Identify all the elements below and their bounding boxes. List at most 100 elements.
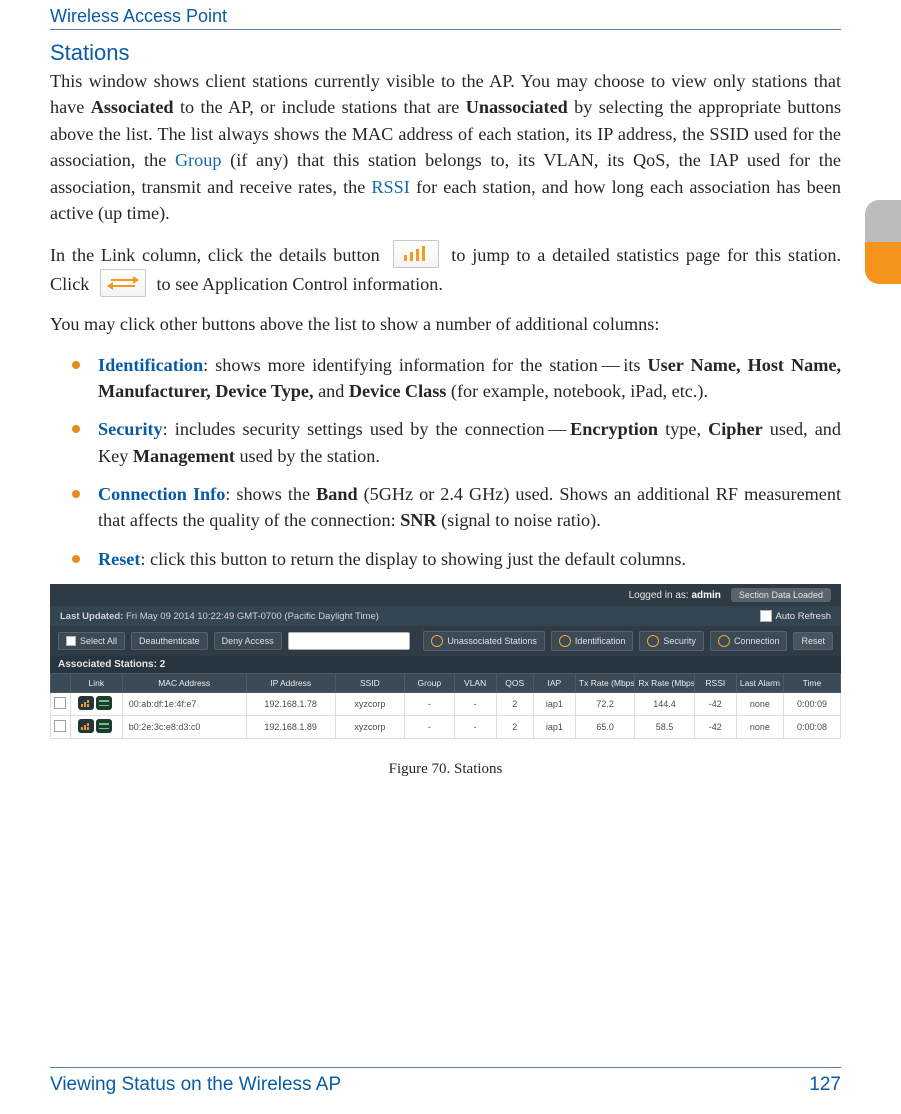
lead: Identification xyxy=(98,355,203,375)
col-ssid: SSID xyxy=(335,674,404,693)
col-tx: Tx Rate (Mbps) xyxy=(575,674,634,693)
text: to see Application Control information. xyxy=(157,274,443,294)
fig-top-bar: Logged in as: admin Section Data Loaded xyxy=(50,584,841,606)
swap-arrows-icon[interactable] xyxy=(100,269,146,297)
reset-button[interactable]: Reset xyxy=(793,632,833,650)
col-mac: MAC Address xyxy=(122,674,246,693)
deny-access-button[interactable]: Deny Access xyxy=(214,632,282,650)
cell-rssi: -42 xyxy=(694,716,736,739)
bold: Cipher xyxy=(708,419,763,439)
cell-vlan: - xyxy=(454,693,496,716)
cell-rssi: -42 xyxy=(694,693,736,716)
gear-icon xyxy=(647,635,659,647)
details-bars-icon[interactable] xyxy=(393,240,439,268)
lead: Connection Info xyxy=(98,484,225,504)
figure-caption: Figure 70. Stations xyxy=(50,761,841,778)
cell-iap: iap1 xyxy=(533,716,575,739)
cell-ssid: xyzcorp xyxy=(335,716,404,739)
filter-input[interactable] xyxy=(288,632,410,650)
gear-icon xyxy=(718,635,730,647)
identification-button[interactable]: Identification xyxy=(551,631,634,651)
auto-refresh[interactable]: Auto Refresh xyxy=(760,610,831,622)
text: and xyxy=(314,381,349,401)
cell-alarm: none xyxy=(736,693,783,716)
bullet-identification: Identification: shows more identifying i… xyxy=(98,352,841,405)
security-button[interactable]: Security xyxy=(639,631,704,651)
cell-mac: b0:2e:3c:e8:d3:c0 xyxy=(122,716,246,739)
lead: Security xyxy=(98,419,163,439)
bold-unassociated: Unassociated xyxy=(466,97,568,117)
col-time: Time xyxy=(783,674,840,693)
col-alarm: Last Alarm xyxy=(736,674,783,693)
para-intro: This window shows client stations curren… xyxy=(50,68,841,226)
bullet-list: Identification: shows more identifying i… xyxy=(50,352,841,573)
text: : shows more identifying information for… xyxy=(203,355,647,375)
checkbox-icon[interactable] xyxy=(760,610,772,622)
signal-bars-icon xyxy=(404,246,425,261)
text: (signal to noise ratio). xyxy=(437,510,601,530)
connection-button[interactable]: Connection xyxy=(710,631,788,651)
para-additional-columns: You may click other buttons above the li… xyxy=(50,311,841,337)
footer-left: Viewing Status on the Wireless AP xyxy=(50,1074,341,1096)
col-qos: QOS xyxy=(496,674,533,693)
table-row[interactable]: 00:ab:df:1e:4f:e7 192.168.1.78 xyzcorp -… xyxy=(51,693,841,716)
cell-rx: 144.4 xyxy=(635,693,694,716)
table-row[interactable]: b0:2e:3c:e8:d3:c0 192.168.1.89 xyzcorp -… xyxy=(51,716,841,739)
col-group: Group xyxy=(405,674,455,693)
bold: Band xyxy=(316,484,357,504)
col-rssi: RSSI xyxy=(694,674,736,693)
last-updated: Last Updated: Fri May 09 2014 10:22:49 G… xyxy=(60,611,379,622)
details-bars-icon[interactable] xyxy=(78,696,94,710)
gear-icon xyxy=(559,635,571,647)
figure-panel: Logged in as: admin Section Data Loaded … xyxy=(50,584,841,739)
col-ip: IP Address xyxy=(246,674,335,693)
link-rssi[interactable]: RSSI xyxy=(371,177,409,197)
cell-mac: 00:ab:df:1e:4f:e7 xyxy=(122,693,246,716)
cell-tx: 65.0 xyxy=(575,716,634,739)
cell-qos: 2 xyxy=(496,716,533,739)
bold: Encryption xyxy=(570,419,658,439)
footer-rule xyxy=(50,1067,841,1068)
cell-vlan: - xyxy=(454,716,496,739)
cell-alarm: none xyxy=(736,716,783,739)
cell-ip: 192.168.1.78 xyxy=(246,693,335,716)
cell-time: 0:00:08 xyxy=(783,716,840,739)
row-checkbox[interactable] xyxy=(54,720,66,732)
login-label: Logged in as: admin xyxy=(629,590,721,601)
status-pill: Section Data Loaded xyxy=(731,588,831,602)
col-link: Link xyxy=(70,674,122,693)
cell-rx: 58.5 xyxy=(635,716,694,739)
col-vlan: VLAN xyxy=(454,674,496,693)
cell-iap: iap1 xyxy=(533,693,575,716)
details-bars-icon[interactable] xyxy=(78,719,94,733)
cell-group: - xyxy=(405,716,455,739)
swap-arrows-icon[interactable] xyxy=(96,696,112,710)
cell-ssid: xyzcorp xyxy=(335,693,404,716)
deauthenticate-button[interactable]: Deauthenticate xyxy=(131,632,208,650)
cell-tx: 72.2 xyxy=(575,693,634,716)
select-all-button[interactable]: Select All xyxy=(58,632,125,650)
text: : includes security settings used by the… xyxy=(163,419,570,439)
text: : shows the xyxy=(225,484,316,504)
text: : click this button to return the displa… xyxy=(140,549,686,569)
stations-table: Link MAC Address IP Address SSID Group V… xyxy=(50,673,841,739)
page-edge-tab xyxy=(865,200,901,284)
cell-qos: 2 xyxy=(496,693,533,716)
row-checkbox[interactable] xyxy=(54,697,66,709)
text: (for example, notebook, iPad, etc.). xyxy=(446,381,708,401)
link-group[interactable]: Group xyxy=(175,150,221,170)
tab-grey xyxy=(865,200,901,242)
link-cell xyxy=(70,716,122,739)
bullet-connection-info: Connection Info: shows the Band (5GHz or… xyxy=(98,481,841,534)
col-rx: Rx Rate (Mbps) xyxy=(635,674,694,693)
unassociated-stations-button[interactable]: Unassociated Stations xyxy=(423,631,545,651)
bullet-reset: Reset: click this button to return the d… xyxy=(98,546,841,572)
cell-ip: 192.168.1.89 xyxy=(246,716,335,739)
swap-arrows-icon[interactable] xyxy=(96,719,112,733)
text: used by the station. xyxy=(235,446,380,466)
col-iap: IAP xyxy=(533,674,575,693)
fig-updated-row: Last Updated: Fri May 09 2014 10:22:49 G… xyxy=(50,606,841,626)
link-cell xyxy=(70,693,122,716)
fig-toolbar: Select All Deauthenticate Deny Access Un… xyxy=(50,626,841,656)
gear-icon xyxy=(431,635,443,647)
